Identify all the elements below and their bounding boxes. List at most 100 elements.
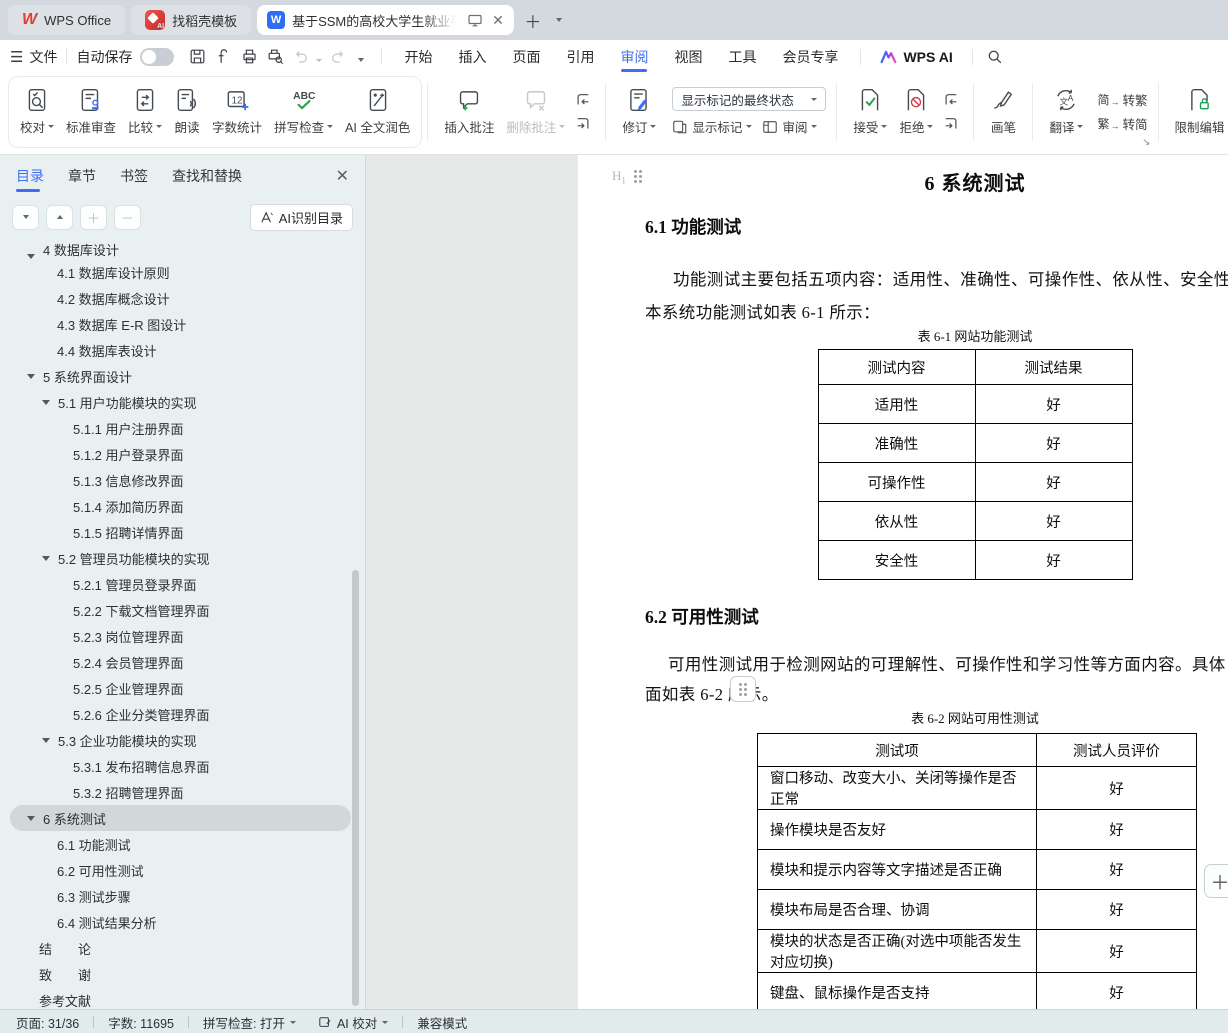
tab-list-dropdown[interactable] xyxy=(546,7,572,33)
tab-docer-templates[interactable]: AI 找稻壳模板 xyxy=(131,5,252,35)
next-comment-icon[interactable] xyxy=(573,116,593,132)
toc-item[interactable]: 4.2 数据库概念设计 xyxy=(0,285,365,311)
toc-item[interactable]: 5.3.1 发布招聘信息界面 xyxy=(0,753,365,779)
insert-comment-button[interactable]: 插入批注 xyxy=(438,85,500,138)
collapse-arrow-icon[interactable] xyxy=(42,399,50,405)
toc-item[interactable]: 6.3 测试步骤 xyxy=(0,883,365,909)
undo-icon[interactable] xyxy=(288,45,314,69)
sidebar-tab-查找和替换[interactable]: 查找和替换 xyxy=(172,155,242,197)
menu-tab-插入[interactable]: 插入 xyxy=(445,40,499,73)
document-page[interactable]: H1 6 系统测试 6.1 功能测试 功能测试主要包括五项内容：适用性、准确性、… xyxy=(578,155,1228,1009)
read-aloud-button[interactable]: 朗读 xyxy=(168,85,206,138)
collapse-arrow-icon[interactable] xyxy=(42,737,50,743)
toc-item[interactable]: 4.3 数据库 E-R 图设计 xyxy=(0,311,365,337)
zoom-in-toc-button[interactable]: ＋ xyxy=(80,204,107,230)
menu-tab-引用[interactable]: 引用 xyxy=(553,40,607,73)
toc-item[interactable]: 参考文献 xyxy=(0,987,365,1009)
menu-tab-页面[interactable]: 页面 xyxy=(499,40,553,73)
expand-toc-button[interactable] xyxy=(12,204,39,230)
file-menu[interactable]: 文件 xyxy=(29,47,57,67)
word-count-button[interactable]: 12 字数统计 xyxy=(206,85,268,138)
toc-item[interactable]: 6.4 测试结果分析 xyxy=(0,909,365,935)
present-screen-icon[interactable] xyxy=(467,13,483,28)
spell-check-button[interactable]: ABC 拼写检查 xyxy=(268,85,339,138)
search-icon[interactable] xyxy=(982,45,1008,69)
markup-state-select[interactable]: 显示标记的最终状态 xyxy=(672,87,827,111)
toc-item[interactable]: 5.2 管理员功能模块的实现 xyxy=(0,545,365,571)
toc-item[interactable]: 5.1.2 用户登录界面 xyxy=(0,441,365,467)
toc-item[interactable]: 6.1 功能测试 xyxy=(0,831,365,857)
toc-item[interactable]: 致 谢 xyxy=(0,961,365,987)
print-icon[interactable] xyxy=(236,45,262,69)
add-content-button[interactable]: ＋ xyxy=(1204,864,1228,898)
toc-item[interactable]: 5.1.4 添加简历界面 xyxy=(0,493,365,519)
toc-item[interactable]: 5.2.1 管理员登录界面 xyxy=(0,571,365,597)
toc-item[interactable]: 4.4 数据库表设计 xyxy=(0,337,365,363)
toc-item[interactable]: 4 数据库设计 xyxy=(0,239,365,259)
table-drag-handle-icon[interactable] xyxy=(730,676,756,702)
toc-item[interactable]: 5.1.5 招聘详情界面 xyxy=(0,519,365,545)
review-pane-button[interactable]: 审阅 xyxy=(762,117,818,136)
autosave-toggle[interactable] xyxy=(140,47,175,66)
translate-button[interactable]: 文 A 翻译 xyxy=(1043,85,1089,138)
toc-item[interactable]: 5.2.4 会员管理界面 xyxy=(0,649,365,675)
next-revision-icon[interactable] xyxy=(941,116,961,132)
toc-item[interactable]: 5.2.3 岗位管理界面 xyxy=(0,623,365,649)
save-icon[interactable] xyxy=(184,45,210,69)
to-simplified-button[interactable]: 繁 → 转简 xyxy=(1097,114,1147,133)
wps-ai-button[interactable]: WPS AI xyxy=(870,49,962,65)
menu-tab-审阅[interactable]: 审阅 xyxy=(607,40,661,73)
ink-pen-button[interactable]: 画笔 xyxy=(984,85,1022,138)
previous-revision-icon[interactable] xyxy=(941,92,961,108)
close-tab-icon[interactable]: ✕ xyxy=(492,12,504,29)
hamburger-menu-icon[interactable]: ☰ xyxy=(10,48,23,66)
menu-tab-开始[interactable]: 开始 xyxy=(391,40,445,73)
new-tab-button[interactable]: ＋ xyxy=(520,7,546,33)
restrict-editing-button[interactable]: 限制编辑 xyxy=(1169,85,1228,138)
menu-tab-工具[interactable]: 工具 xyxy=(715,40,769,73)
sidebar-tab-章节[interactable]: 章节 xyxy=(68,155,96,197)
table-6-2[interactable]: 测试项 测试人员评价 窗口移动、改变大小、关闭等操作是否正常好操作模块是否友好好模块… xyxy=(757,733,1197,1009)
toc-item[interactable]: 5.3 企业功能模块的实现 xyxy=(0,727,365,753)
spellcheck-status[interactable]: 拼写检查: 打开 xyxy=(203,1013,296,1032)
quick-toolbar-caret[interactable] xyxy=(358,49,365,65)
track-changes-button[interactable]: 修订 xyxy=(616,85,662,138)
zoom-out-toc-button[interactable]: － xyxy=(114,204,141,230)
proofread-button[interactable]: 校对 xyxy=(14,85,60,138)
toc-item[interactable]: 5.1 用户功能模块的实现 xyxy=(0,389,365,415)
ai-polish-button[interactable]: AI 全文润色 xyxy=(339,85,416,138)
menu-tab-视图[interactable]: 视图 xyxy=(661,40,715,73)
close-sidebar-icon[interactable]: ✕ xyxy=(336,166,349,186)
undo-dropdown-caret[interactable] xyxy=(316,49,323,65)
standard-review-button[interactable]: 标准审查 xyxy=(60,85,122,138)
tab-document[interactable]: W 基于SSM的高校大学生就业平 ✕ xyxy=(257,5,514,35)
toc-item[interactable]: 5.2.5 企业管理界面 xyxy=(0,675,365,701)
sidebar-tab-书签[interactable]: 书签 xyxy=(120,155,148,197)
toc-item[interactable]: 5.2.2 下载文档管理界面 xyxy=(0,597,365,623)
redo-icon[interactable] xyxy=(324,45,350,69)
ai-proofread-status[interactable]: AI 校对 xyxy=(318,1013,389,1032)
toc-item[interactable]: 5 系统界面设计 xyxy=(0,363,365,389)
previous-comment-icon[interactable] xyxy=(573,92,593,108)
toc-item[interactable]: 5.2.6 企业分类管理界面 xyxy=(0,701,365,727)
delete-comment-button[interactable]: 删除批注 xyxy=(500,85,571,138)
print-preview-icon[interactable] xyxy=(262,45,288,69)
toc-item[interactable]: 6.2 可用性测试 xyxy=(0,857,365,883)
toc-item[interactable]: 6 系统测试 xyxy=(0,805,365,831)
paragraph-drag-handle-icon[interactable] xyxy=(633,170,642,184)
menu-tab-会员专享[interactable]: 会员专享 xyxy=(769,40,851,73)
toc-item[interactable]: 结 论 xyxy=(0,935,365,961)
collapse-arrow-icon[interactable] xyxy=(27,815,35,821)
reject-revision-button[interactable]: 拒绝 xyxy=(893,85,939,138)
compare-button[interactable]: 比较 xyxy=(122,85,168,138)
sidebar-scrollbar[interactable] xyxy=(352,570,359,1006)
show-markup-button[interactable]: 显示标记 xyxy=(672,117,753,136)
group-expander-icon[interactable]: ↘ xyxy=(1142,137,1150,148)
toc-item[interactable]: 5.1.3 信息修改界面 xyxy=(0,467,365,493)
collapse-arrow-icon[interactable] xyxy=(27,373,35,379)
accept-revision-button[interactable]: 接受 xyxy=(847,85,893,138)
toc-item[interactable]: 5.1.1 用户注册界面 xyxy=(0,415,365,441)
to-traditional-button[interactable]: 简 → 转繁 xyxy=(1097,90,1147,109)
toc-item[interactable]: 5.3.2 招聘管理界面 xyxy=(0,779,365,805)
export-pdf-icon[interactable] xyxy=(210,45,236,69)
